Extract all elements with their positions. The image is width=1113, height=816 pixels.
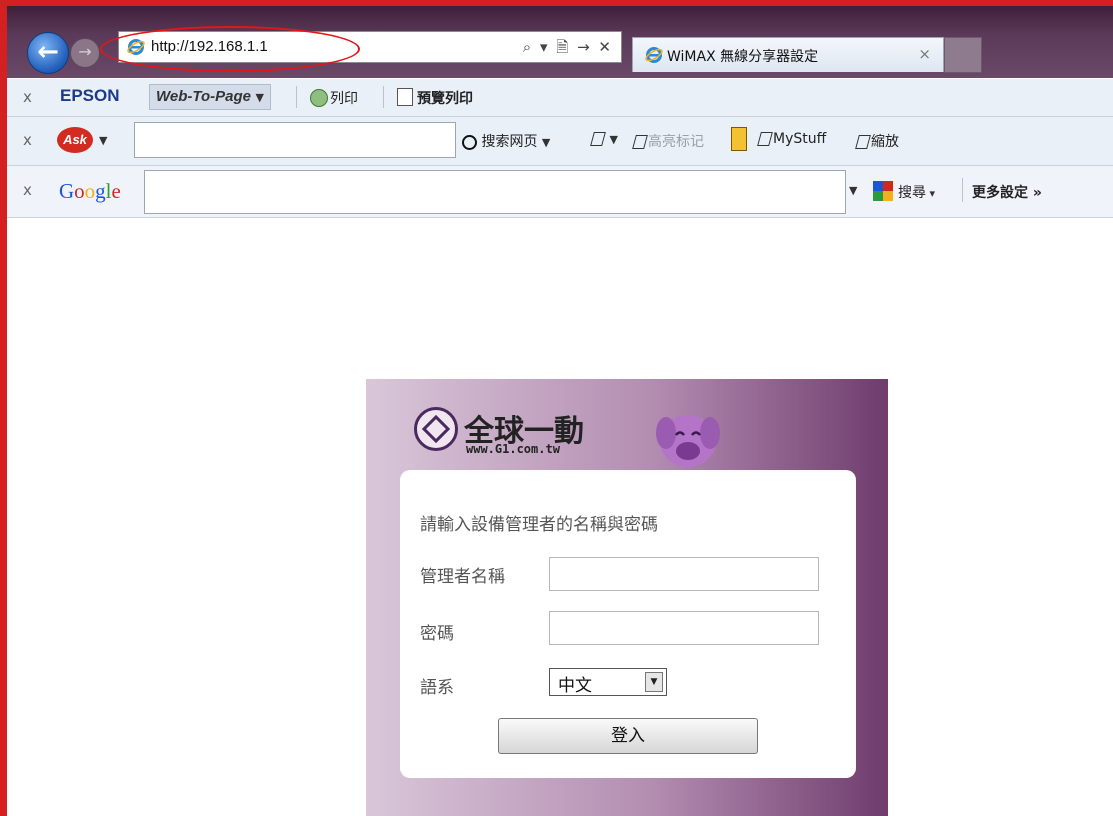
ie-icon xyxy=(645,47,663,63)
brand-url: www.G1.com.tw xyxy=(466,442,560,456)
address-controls[interactable]: ⌕ ▾ 🗎 → ✕ xyxy=(523,37,613,62)
ask-search-input[interactable] xyxy=(134,122,456,158)
more-settings-button[interactable]: 更多設定 » xyxy=(972,182,1042,202)
search-web-button[interactable]: 搜索网页 ▼ xyxy=(462,131,550,151)
notepad-icon[interactable] xyxy=(731,127,747,151)
google-search-label: 搜尋 xyxy=(898,185,926,201)
zoom-label: 縮放 xyxy=(871,134,899,150)
highlight-annotation-oval xyxy=(100,26,360,72)
language-select[interactable]: 中文 ▼ xyxy=(549,668,667,696)
window-frame-left xyxy=(0,0,7,816)
forward-arrow-icon: → xyxy=(78,42,92,61)
login-form: 請輸入設備管理者的名稱與密碼 管理者名稱 密碼 語系 中文 ▼ 登入 xyxy=(400,470,856,778)
toolbar-divider xyxy=(383,86,384,108)
toolbar-divider xyxy=(296,86,297,108)
password-input[interactable] xyxy=(549,611,819,645)
login-button[interactable]: 登入 xyxy=(498,718,758,754)
login-prompt: 請輸入設備管理者的名稱與密碼 xyxy=(420,515,658,535)
ask-logo[interactable]: Ask xyxy=(57,127,93,153)
search-web-label: 搜索网页 xyxy=(481,134,538,150)
google-logo: Google xyxy=(59,179,121,203)
chevron-down-icon[interactable]: ▼ xyxy=(645,672,663,692)
ask-toolbar: x Ask ▼ 搜索网页 ▼ ▼ 高亮标记 MyStuff 縮放 xyxy=(7,117,1113,166)
g1-logo-icon xyxy=(414,407,458,451)
tab-title: WiMAX 無線分享器設定 xyxy=(667,49,819,65)
chevron-down-icon: ▼ xyxy=(255,91,264,104)
zoom-button[interactable]: 縮放 xyxy=(855,131,899,151)
forward-button[interactable]: → xyxy=(70,38,100,68)
pen-dropdown-button[interactable]: ▼ xyxy=(590,131,618,147)
chevron-down-icon: ▼ xyxy=(541,136,551,149)
mystuff-label: MyStuff xyxy=(773,131,827,147)
toolbar-divider xyxy=(962,178,963,202)
close-toolbar-button[interactable]: x xyxy=(23,181,32,199)
pen-icon xyxy=(632,135,648,149)
chevron-down-icon[interactable]: ▼ xyxy=(99,134,107,147)
google-search-button[interactable]: 搜尋 ▾ xyxy=(898,182,935,202)
language-selected-value: 中文 xyxy=(558,676,592,696)
highlight-button[interactable]: 高亮标记 xyxy=(632,131,704,151)
chevron-down-icon: ▾ xyxy=(926,187,936,200)
preview-print-button[interactable]: 預覽列印 xyxy=(417,88,473,108)
preview-icon xyxy=(397,88,413,106)
highlight-label: 高亮标记 xyxy=(648,134,704,150)
mascot-icon xyxy=(656,415,720,467)
google-toolbar: x Google ▼ 搜尋 ▾ 更多設定 » xyxy=(7,166,1113,218)
web-to-page-button[interactable]: Web-To-Page ▼ xyxy=(149,84,271,110)
web-to-page-label: Web-To-Page xyxy=(156,88,252,105)
browser-tab[interactable]: WiMAX 無線分享器設定 × xyxy=(632,37,944,72)
chevron-down-icon: ▼ xyxy=(606,133,618,146)
epson-toolbar: x EPSON Web-To-Page ▼ 列印 預覽列印 xyxy=(7,79,1113,117)
close-toolbar-button[interactable]: x xyxy=(23,88,32,106)
mystuff-button[interactable]: MyStuff xyxy=(757,131,827,147)
password-label: 密碼 xyxy=(420,624,454,644)
username-label: 管理者名稱 xyxy=(420,567,505,587)
pen-icon xyxy=(590,132,606,146)
tab-close-button[interactable]: × xyxy=(918,45,931,63)
pen-icon xyxy=(855,135,871,149)
epson-logo: EPSON xyxy=(60,86,120,105)
back-arrow-icon: ← xyxy=(37,37,59,67)
print-icon xyxy=(310,89,328,107)
google-search-input[interactable] xyxy=(144,170,846,214)
search-icon xyxy=(462,134,477,150)
google-search-icon xyxy=(873,181,893,201)
username-input[interactable] xyxy=(549,557,819,591)
chevron-down-icon[interactable]: ▼ xyxy=(849,184,857,197)
print-button[interactable]: 列印 xyxy=(330,88,358,108)
language-label: 語系 xyxy=(420,678,454,698)
pen-icon xyxy=(757,132,773,146)
new-tab-button[interactable] xyxy=(944,37,982,73)
back-button[interactable]: ← xyxy=(27,32,69,74)
close-toolbar-button[interactable]: x xyxy=(23,131,32,149)
